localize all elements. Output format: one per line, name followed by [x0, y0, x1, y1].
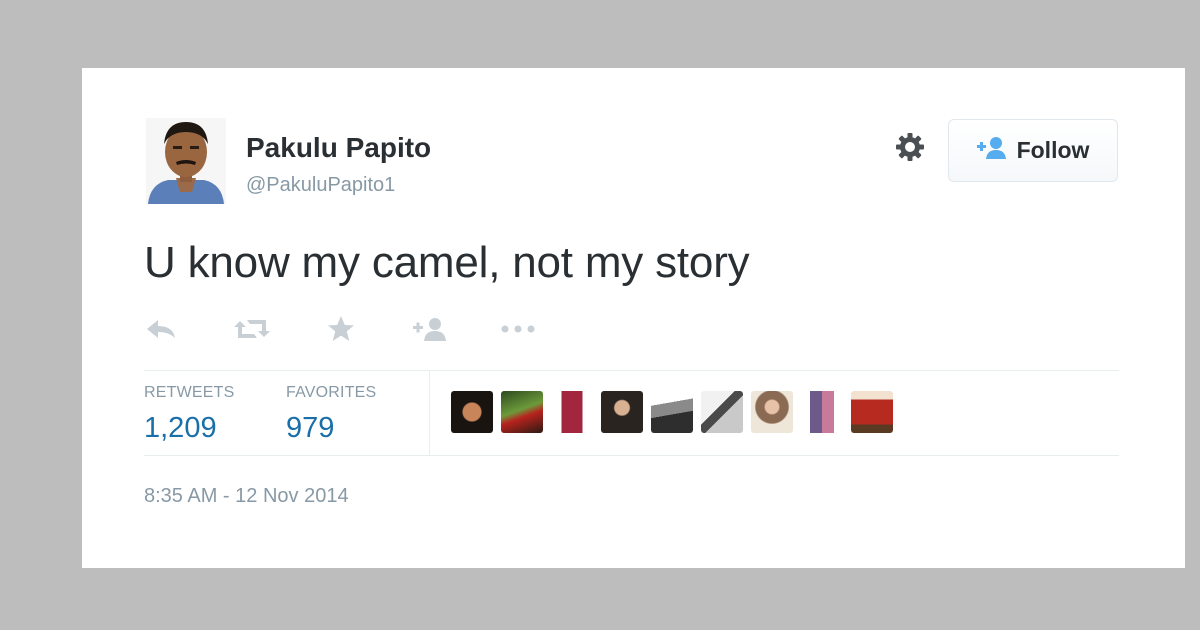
retweet-icon[interactable] — [234, 317, 270, 341]
tweet-timestamp[interactable]: 8:35 AM - 12 Nov 2014 — [144, 485, 349, 508]
author-handle[interactable]: @PakuluPapito1 — [246, 174, 395, 197]
follow-button-label: Follow — [1016, 137, 1090, 163]
more-icon[interactable] — [500, 324, 536, 334]
favoriter-avatar[interactable] — [551, 391, 593, 433]
favoriter-avatar[interactable] — [851, 391, 893, 433]
favoriter-avatar[interactable] — [801, 391, 843, 433]
favoriter-avatar[interactable] — [701, 391, 743, 433]
reply-icon[interactable] — [144, 317, 178, 341]
favoriter-avatar[interactable] — [601, 391, 643, 433]
favoriter-avatar[interactable] — [501, 391, 543, 433]
follow-user-icon — [976, 136, 1007, 165]
retweets-stat[interactable]: RETWEETS 1,209 — [144, 384, 235, 445]
stats-top-divider — [144, 370, 1119, 371]
stats-bottom-divider — [144, 455, 1119, 456]
follow-button[interactable]: Follow — [948, 119, 1118, 182]
retweets-count: 1,209 — [144, 412, 217, 444]
tweet-text: U know my camel, not my story — [144, 238, 750, 287]
favoriter-avatar[interactable] — [751, 391, 793, 433]
retweets-label: RETWEETS — [144, 384, 235, 401]
favorite-icon[interactable] — [326, 315, 356, 343]
author-name[interactable]: Pakulu Papito — [246, 132, 431, 164]
favorites-stat[interactable]: FAVORITES 979 — [286, 384, 376, 445]
favorited-by-avatars — [451, 391, 893, 433]
favoriter-avatar[interactable] — [651, 391, 693, 433]
gear-icon[interactable] — [893, 130, 927, 164]
tweet-card: Pakulu Papito @PakuluPapito1 Follow U kn… — [82, 68, 1185, 568]
follow-icon[interactable] — [412, 316, 448, 342]
favorites-count: 979 — [286, 412, 335, 444]
tweet-actions — [144, 312, 536, 346]
author-avatar[interactable] — [146, 118, 226, 204]
stats-vertical-divider — [429, 371, 430, 456]
favoriter-avatar[interactable] — [451, 391, 493, 433]
favorites-label: FAVORITES — [286, 384, 377, 401]
